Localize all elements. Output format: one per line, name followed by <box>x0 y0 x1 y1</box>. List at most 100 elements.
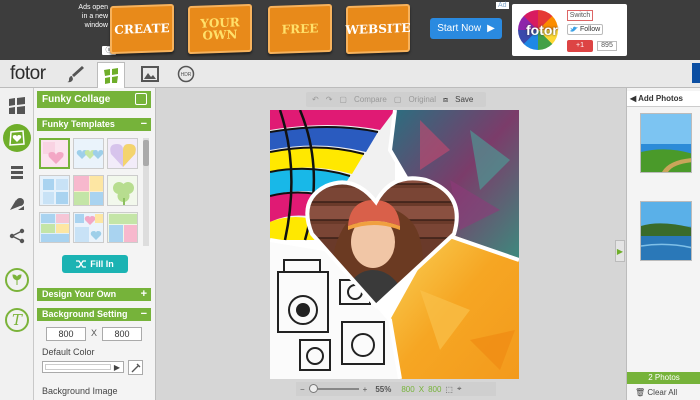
compare-button[interactable]: Compare <box>354 95 387 104</box>
lake-photo <box>641 202 691 260</box>
collage-tool[interactable] <box>97 62 125 89</box>
ad-tile-create[interactable]: CREATE <box>110 3 174 55</box>
template-grid-icon <box>9 97 25 114</box>
template-preview <box>108 139 137 168</box>
collage-canvas[interactable] <box>270 110 519 379</box>
clear-all-button[interactable]: 🗑 Clear All <box>627 386 700 400</box>
layers-icon <box>11 166 23 179</box>
template-thumb[interactable] <box>73 138 104 169</box>
canvas-toolbar: ↶ ↷ ▢ Compare ▢ Original ⧈ Save <box>306 92 486 107</box>
fotor-logo[interactable]: fotor <box>10 63 46 85</box>
default-color-dropdown[interactable]: ▶ <box>42 361 124 373</box>
collage-icon <box>104 68 118 84</box>
design-your-own-label: Design Your Own <box>42 289 117 299</box>
text-icon: T <box>5 308 29 332</box>
collage-artwork <box>270 110 519 379</box>
rail-text[interactable]: T <box>3 306 31 334</box>
google-plus-count: 895 <box>597 41 617 51</box>
expand-icon: + <box>140 288 147 300</box>
canvas-area: ↶ ↷ ▢ Compare ▢ Original ⧈ Save − + 55% … <box>156 88 626 400</box>
image-tool[interactable] <box>136 62 164 86</box>
canvas-width: 800 <box>401 384 415 394</box>
zoom-slider[interactable] <box>308 384 359 393</box>
dropdown-arrow-icon: ▶ <box>113 363 120 372</box>
zoom-in-icon[interactable]: + <box>363 385 368 394</box>
funky-templates-header[interactable]: Funky Templates − <box>37 118 151 131</box>
left-icon-rail: T <box>0 88 34 400</box>
save-button[interactable]: Save <box>455 95 473 104</box>
collapse-icon: − <box>140 308 147 320</box>
hdr-tool[interactable]: HDR <box>172 62 200 86</box>
toolbar-right-button[interactable] <box>692 63 700 83</box>
fill-in-button[interactable]: Fill In <box>62 255 128 273</box>
redo-icon[interactable]: ↷ <box>326 95 333 104</box>
ad-banner: Ads open in a new window ⓧ CREATE YOUR O… <box>0 0 700 60</box>
template-preview <box>74 213 103 242</box>
background-image-label: Background Image <box>42 386 118 396</box>
photo-thumb-lake[interactable] <box>640 201 692 261</box>
undo-icon[interactable]: ↶ <box>312 95 319 104</box>
design-your-own-header[interactable]: Design Your Own + <box>37 288 151 301</box>
start-now-label: Start Now <box>437 23 482 34</box>
ad-choices-badge[interactable]: Ad <box>496 2 509 9</box>
photo-thumb-landscape[interactable] <box>640 113 692 173</box>
edit-tool[interactable] <box>62 62 90 86</box>
clear-all-label: Clear All <box>647 388 678 397</box>
funky-heart-icon <box>9 130 25 146</box>
start-now-button[interactable]: Start Now ▶ <box>430 18 502 39</box>
play-arrow-icon: ▶ <box>487 23 495 34</box>
photos-panel: ◀ Add Photos 2 Photos 🗑 Clear All <box>626 88 700 400</box>
add-photos-button[interactable]: ◀ Add Photos <box>627 91 700 107</box>
template-thumb[interactable] <box>107 212 138 243</box>
fit-screen-icon[interactable]: ⬚ <box>445 385 453 394</box>
twitter-bird-icon <box>570 26 578 32</box>
google-plus-one-button[interactable]: +1 <box>567 40 593 52</box>
zoom-level: 55% <box>375 384 392 394</box>
template-thumb[interactable] <box>39 175 70 206</box>
funky-collage-panel: Funky Collage Funky Templates − Fill In … <box>34 88 156 400</box>
collapse-arrow-icon: ◀ <box>630 94 639 103</box>
scrollbar-thumb[interactable] <box>143 140 149 166</box>
background-setting-label: Background Setting <box>42 309 128 319</box>
actual-size-icon[interactable]: ⌖ <box>457 384 462 394</box>
twitter-follow-button[interactable]: Follow <box>567 24 603 35</box>
ad-tile-website[interactable]: WEBSITE <box>345 3 411 55</box>
background-width-input[interactable] <box>46 327 86 341</box>
panel-title-label: Funky Collage <box>42 94 111 105</box>
template-preview <box>40 176 69 205</box>
template-thumb[interactable] <box>73 212 104 243</box>
zoom-slider-handle[interactable] <box>308 384 318 393</box>
rail-share[interactable] <box>3 222 31 250</box>
rail-effects[interactable] <box>3 266 31 294</box>
fotor-card-brand: fotor <box>526 22 558 38</box>
template-thumb[interactable] <box>39 212 70 243</box>
switch-button[interactable]: Switch <box>567 10 593 21</box>
hdr-label: HDR <box>181 72 192 78</box>
fotor-social-card: fotor Switch Follow +1 895 <box>512 4 627 56</box>
eyedropper-button[interactable] <box>128 360 143 375</box>
trash-icon: 🗑 <box>635 388 646 397</box>
ad-tile-your-own[interactable]: YOUR OWN <box>188 3 252 55</box>
original-button[interactable]: Original <box>408 95 436 104</box>
ad-tile-free[interactable]: FREE <box>268 3 332 55</box>
sticker-icon <box>10 198 24 210</box>
templates-scrollbar[interactable] <box>143 138 149 246</box>
rail-layers[interactable] <box>3 158 31 186</box>
template-thumb[interactable] <box>107 138 138 169</box>
expand-right-panel-icon[interactable]: ▶ <box>615 240 625 262</box>
canvas-size-separator: X <box>418 384 425 394</box>
rail-funky-collage[interactable] <box>3 124 31 152</box>
zoom-out-icon[interactable]: − <box>300 385 305 394</box>
rail-templates[interactable] <box>3 92 31 120</box>
landscape-photo <box>641 114 691 172</box>
rail-stickers[interactable] <box>3 190 31 218</box>
template-thumb[interactable] <box>73 175 104 206</box>
template-preview <box>40 213 69 242</box>
canvas-height: 800 <box>428 384 442 394</box>
panel-header-icon <box>135 93 147 105</box>
template-thumb[interactable] <box>39 138 70 169</box>
background-height-input[interactable] <box>102 327 142 341</box>
template-thumb[interactable] <box>107 175 138 206</box>
hdr-icon: HDR <box>177 65 195 83</box>
background-setting-header[interactable]: Background Setting − <box>37 308 151 321</box>
